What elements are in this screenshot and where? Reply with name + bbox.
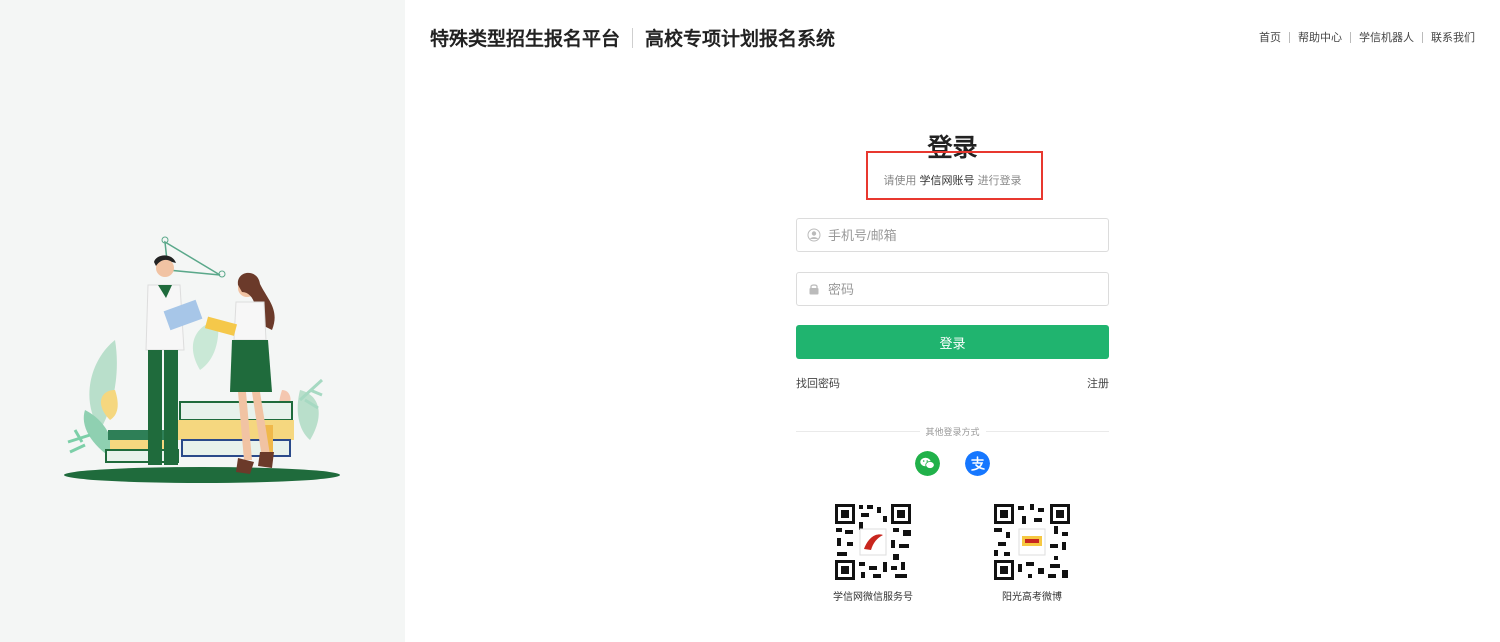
wechat-icon[interactable] (915, 451, 940, 476)
nav-divider (1350, 31, 1351, 43)
username-input[interactable] (828, 227, 1088, 243)
system-title: 高校专项计划报名系统 (645, 29, 836, 50)
weibo-qrcode (992, 502, 1072, 582)
header-title: 特殊类型招生报名平台 高校专项计划报名系统 (430, 24, 835, 51)
weibo-qrcode-label: 阳光高考微博 (1002, 592, 1062, 603)
other-login-label: 其他登录方式 (925, 427, 980, 437)
password-input[interactable] (828, 281, 1088, 297)
nav-divider (1422, 31, 1423, 43)
nav-help-link[interactable]: 帮助中心 (1298, 29, 1342, 45)
divider-line (796, 431, 920, 432)
platform-title: 特殊类型招生报名平台 (430, 29, 621, 50)
other-login-divider: 其他登录方式 (796, 425, 1110, 438)
top-nav: 首页 帮助中心 学信机器人 联系我们 (1259, 29, 1475, 45)
nav-divider (1289, 31, 1290, 43)
user-icon (807, 228, 821, 242)
illustration-panel (0, 0, 405, 642)
nav-home-link[interactable]: 首页 (1259, 29, 1281, 45)
register-link[interactable]: 注册 (1087, 375, 1109, 391)
login-button[interactable]: 登录 (796, 325, 1109, 359)
wechat-qrcode (833, 502, 913, 582)
lock-icon (809, 284, 819, 295)
students-reading-illustration (64, 236, 340, 483)
forgot-password-link[interactable]: 找回密码 (796, 375, 840, 391)
annotation-highlight-box (866, 151, 1043, 200)
title-divider (632, 27, 634, 48)
nav-robot-link[interactable]: 学信机器人 (1359, 29, 1414, 45)
divider-line (985, 431, 1110, 432)
password-field[interactable] (796, 272, 1109, 306)
nav-contact-link[interactable]: 联系我们 (1431, 29, 1475, 45)
wechat-qrcode-label: 学信网微信服务号 (833, 592, 913, 603)
username-field[interactable] (796, 218, 1109, 252)
alipay-icon[interactable] (965, 451, 990, 476)
